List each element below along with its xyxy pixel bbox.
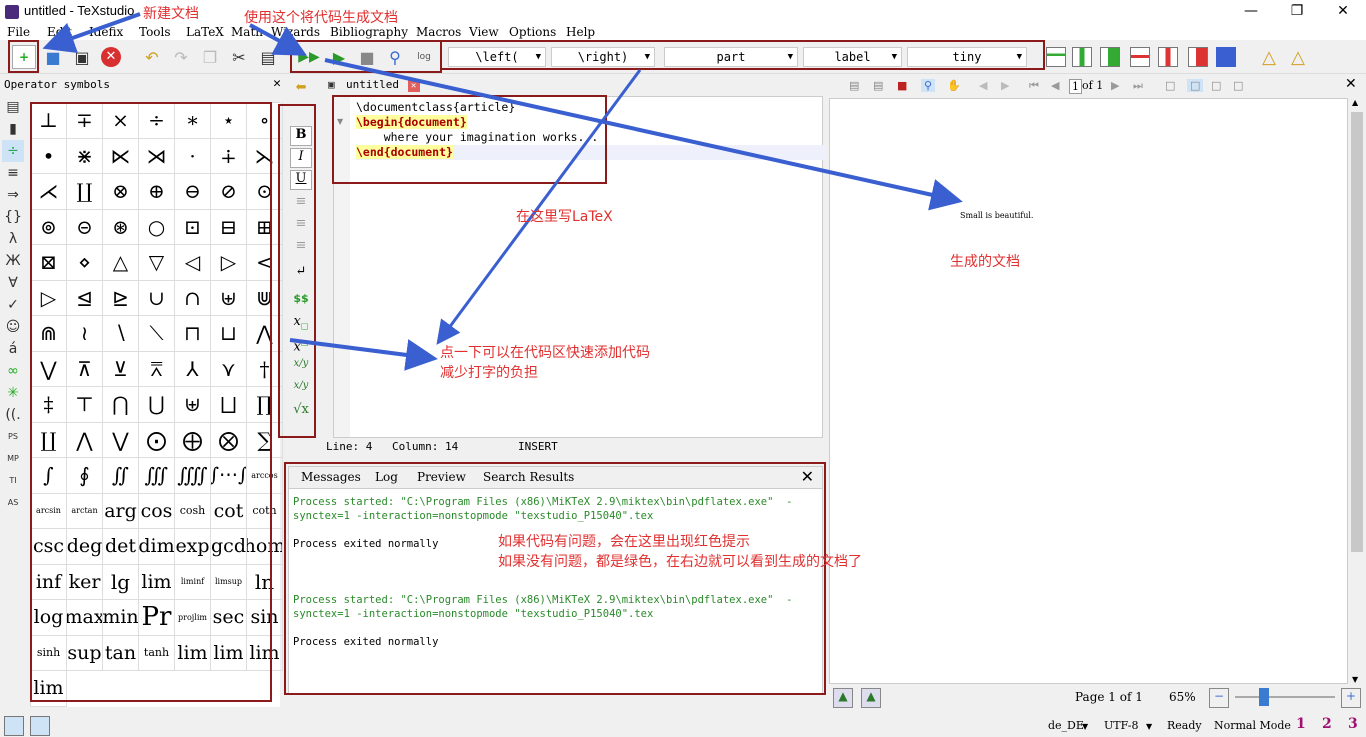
annotation-click-line1: 点一下可以在代码区快速添加代码	[440, 345, 650, 361]
arrow-compile	[249, 23, 308, 56]
arrow-new-doc	[42, 12, 141, 54]
annotation-click-line2: 减少打字的负担	[440, 365, 538, 381]
annotation-compile: 使用这个将代码生成文档	[244, 10, 398, 26]
annotation-arrows	[42, 12, 963, 371]
annotation-new-doc: 新建文档	[143, 6, 199, 22]
annotation-write-here: 在这里写LaTeX	[516, 209, 613, 225]
arrow-toolbar	[436, 69, 642, 345]
annotation-generated: 生成的文档	[950, 254, 1020, 270]
annotation-error-line2: 如果没有问题，都是绿色，在右边就可以看到生成的文档了	[498, 554, 862, 570]
annotation-error-line1: 如果代码有问题，会在这里出现红色提示	[498, 534, 750, 550]
arrow-generated	[324, 58, 963, 211]
arrow-sidebar	[289, 338, 438, 371]
